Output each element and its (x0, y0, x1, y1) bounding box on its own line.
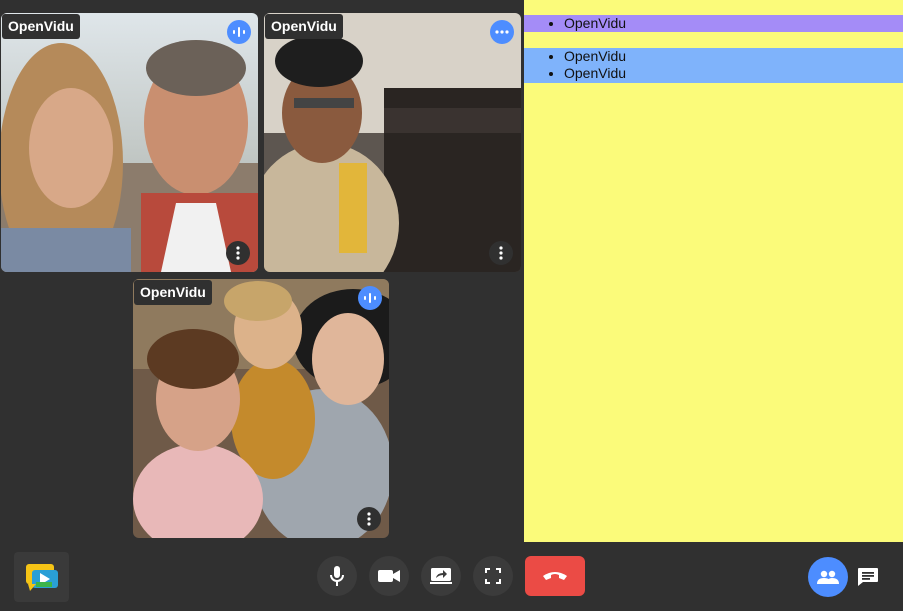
microphone-button[interactable] (317, 556, 357, 596)
chat-button[interactable] (852, 561, 884, 593)
bottom-toolbar (0, 542, 903, 611)
hang-up-button[interactable] (525, 556, 585, 596)
openvidu-logo-icon (14, 552, 69, 602)
more-vert-icon[interactable] (357, 507, 381, 531)
camera-button[interactable] (369, 556, 409, 596)
participants-button[interactable] (808, 557, 848, 597)
more-vert-icon[interactable] (226, 241, 250, 265)
camera-icon (378, 570, 400, 582)
list-item: OpenVidu (564, 15, 903, 32)
audio-waves-icon[interactable] (358, 286, 382, 310)
hang-up-icon (543, 572, 567, 580)
chat-icon (858, 568, 878, 586)
participant-name-tag: OpenVidu (134, 280, 212, 305)
side-panel: OpenVidu OpenVidu OpenVidu (524, 0, 903, 542)
screen-share-button[interactable] (421, 556, 461, 596)
fullscreen-icon (485, 568, 501, 584)
video-layout: OpenVidu OpenVidu OpenVidu (0, 0, 524, 542)
participant-video-tile[interactable]: OpenVidu (1, 13, 258, 272)
audio-waves-icon[interactable] (227, 20, 251, 44)
participant-list-local: OpenVidu (524, 15, 903, 32)
list-item: OpenVidu (564, 48, 903, 65)
participant-video-feed (133, 279, 389, 538)
fullscreen-button[interactable] (473, 556, 513, 596)
more-vert-icon[interactable] (489, 241, 513, 265)
participant-list-remote: OpenVidu OpenVidu (524, 48, 903, 83)
participant-video-feed (1, 13, 258, 272)
more-horiz-icon[interactable] (490, 20, 514, 44)
participant-video-feed (264, 13, 521, 272)
list-item: OpenVidu (564, 65, 903, 82)
screen-share-icon (430, 568, 452, 584)
participant-name-tag: OpenVidu (2, 14, 80, 39)
participant-video-tile[interactable]: OpenVidu (133, 279, 389, 538)
participant-name-tag: OpenVidu (265, 14, 343, 39)
participants-icon (817, 570, 839, 584)
participant-video-tile[interactable]: OpenVidu (264, 13, 521, 272)
microphone-icon (330, 566, 344, 586)
